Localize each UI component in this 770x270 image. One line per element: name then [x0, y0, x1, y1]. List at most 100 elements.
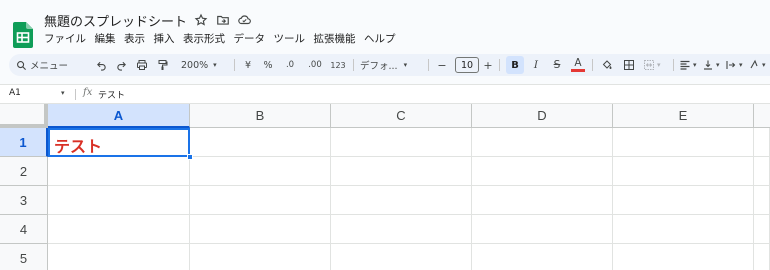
currency-format-button[interactable]: ¥ [243, 54, 253, 76]
menu-data[interactable]: データ [234, 31, 266, 46]
text-rotation-icon [750, 59, 758, 69]
document-title[interactable]: 無題のスプレッドシート [44, 11, 187, 30]
chevron-down-icon: ▾ [657, 61, 661, 69]
menu-help[interactable]: ヘルプ [364, 31, 396, 46]
vertical-align-button[interactable]: ▾ [702, 54, 720, 76]
column-header-e[interactable]: E [613, 104, 754, 128]
percent-format-button[interactable]: % [262, 54, 274, 76]
spreadsheet-grid: A B C D E 1 2 3 4 5 テスト [0, 104, 770, 270]
grid-cell[interactable] [754, 128, 770, 157]
font-family-select[interactable]: デフォ... ▾ [360, 54, 407, 76]
menu-edit[interactable]: 編集 [95, 31, 116, 46]
formula-input[interactable]: テスト [98, 88, 125, 101]
grid-cell[interactable] [472, 244, 613, 270]
print-button[interactable] [135, 54, 149, 76]
increase-decimal-button[interactable]: .00 [306, 54, 324, 76]
grid-cell[interactable] [48, 186, 190, 215]
row-header-5[interactable]: 5 [0, 244, 48, 270]
menu-tools[interactable]: ツール [274, 31, 306, 46]
toolbar: メニュー 200% ▾ ¥ % .0 .00 123 デフォ... ▾ − 10… [9, 54, 770, 76]
grid-cell[interactable] [754, 215, 770, 244]
search-menus-label: メニュー [30, 61, 69, 72]
menu-insert[interactable]: 挿入 [154, 31, 175, 46]
row-header-1[interactable]: 1 [0, 128, 48, 157]
menu-file[interactable]: ファイル [44, 31, 86, 46]
chevron-down-icon: ▾ [693, 61, 697, 69]
grid-cell[interactable] [190, 244, 331, 270]
cell-a1[interactable]: テスト [48, 128, 190, 157]
grid-cell[interactable] [331, 186, 472, 215]
row-header-2[interactable]: 2 [0, 157, 48, 186]
menu-extensions[interactable]: 拡張機能 [314, 31, 356, 46]
grid-cell[interactable] [754, 186, 770, 215]
grid-cell[interactable] [190, 215, 331, 244]
merge-cells-button[interactable]: ▾ [643, 54, 661, 76]
chevron-down-icon: ▾ [213, 61, 217, 69]
decrease-font-size-button[interactable]: − [436, 54, 448, 76]
grid-cell[interactable] [190, 186, 331, 215]
redo-icon [116, 61, 126, 71]
text-color-label: A [574, 57, 582, 69]
grid-cell[interactable] [613, 186, 754, 215]
grid-cell[interactable] [190, 128, 331, 157]
grid-cell[interactable] [48, 215, 190, 244]
move-to-folder-icon[interactable] [216, 12, 230, 26]
menu-format[interactable]: 表示形式 [183, 31, 225, 46]
strikethrough-button[interactable]: S [550, 54, 564, 76]
grid-cell[interactable] [331, 128, 472, 157]
grid-cell[interactable] [613, 244, 754, 270]
grid-cell[interactable] [48, 157, 190, 186]
fill-color-button[interactable] [600, 54, 614, 76]
chevron-down-icon: ▾ [716, 61, 720, 69]
column-header-d[interactable]: D [472, 104, 613, 128]
menu-view[interactable]: 表示 [124, 31, 145, 46]
grid-cell[interactable] [190, 157, 331, 186]
cloud-status-icon[interactable] [237, 12, 251, 26]
more-formats-button[interactable]: 123 [329, 54, 347, 76]
search-menus-button[interactable]: メニュー [16, 54, 68, 76]
undo-button[interactable] [94, 54, 108, 76]
column-header-b[interactable]: B [190, 104, 331, 128]
horizontal-align-button[interactable]: ▾ [679, 54, 697, 76]
fill-handle[interactable] [187, 154, 193, 160]
grid-cell[interactable] [472, 128, 613, 157]
bold-button[interactable]: B [506, 56, 524, 74]
decrease-decimal-button[interactable]: .0 [282, 54, 298, 76]
chevron-down-icon[interactable]: ▾ [61, 89, 65, 97]
borders-button[interactable] [622, 54, 636, 76]
grid-cell[interactable] [331, 215, 472, 244]
increase-font-size-button[interactable]: + [482, 54, 494, 76]
row-header-3[interactable]: 3 [0, 186, 48, 215]
italic-button[interactable]: I [530, 54, 542, 76]
grid-cell[interactable] [472, 215, 613, 244]
text-rotation-button[interactable]: ▾ [748, 54, 766, 76]
formula-bar: A1 ▾ fx テスト [0, 84, 770, 104]
sheets-logo-icon[interactable] [13, 22, 33, 48]
borders-icon [624, 60, 634, 70]
grid-cell[interactable] [331, 157, 472, 186]
row-header-4[interactable]: 4 [0, 215, 48, 244]
grid-cell[interactable] [48, 244, 190, 270]
grid-cell[interactable] [754, 244, 770, 270]
grid-cell[interactable] [613, 128, 754, 157]
column-header-c[interactable]: C [331, 104, 472, 128]
column-header-a[interactable]: A [48, 104, 190, 128]
grid-cell[interactable] [472, 157, 613, 186]
grid-cell[interactable] [331, 244, 472, 270]
select-all-corner[interactable] [0, 104, 48, 128]
grid-cell[interactable] [472, 186, 613, 215]
text-color-button[interactable]: A [570, 54, 586, 76]
column-header-f[interactable] [754, 104, 770, 128]
fill-color-icon [602, 60, 612, 69]
grid-cell[interactable] [754, 157, 770, 186]
merge-cells-icon [644, 60, 654, 70]
star-icon[interactable] [194, 12, 208, 26]
text-wrapping-button[interactable]: ▾ [725, 54, 743, 76]
font-size-input[interactable]: 10 [455, 57, 479, 73]
name-box[interactable]: A1 [9, 88, 21, 98]
redo-button[interactable] [114, 54, 128, 76]
paint-format-button[interactable] [156, 54, 170, 76]
grid-cell[interactable] [613, 157, 754, 186]
zoom-select[interactable]: 200% ▾ [181, 54, 217, 76]
grid-cell[interactable] [613, 215, 754, 244]
